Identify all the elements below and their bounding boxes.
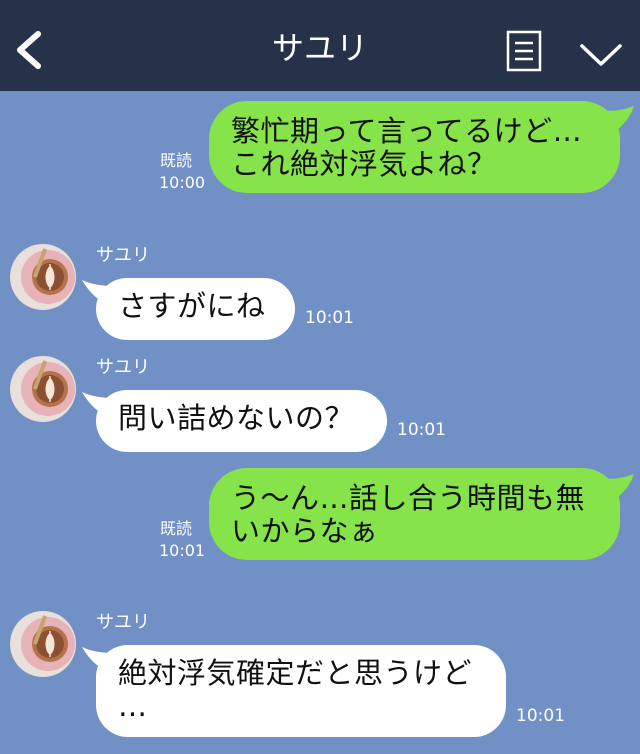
message-time: 10:01 [305, 308, 354, 328]
chat-header: サユリ [0, 0, 640, 91]
chevron-down-icon[interactable] [578, 40, 624, 70]
latte-art-avatar-icon [10, 244, 76, 310]
sender-name: サユリ [96, 357, 150, 378]
message-bubble-incoming[interactable]: 絶対浮気確定だと思うけど … [96, 645, 506, 737]
message-time: 10:01 [397, 420, 446, 440]
chat-title: サユリ [271, 29, 368, 67]
latte-art-avatar-icon [10, 356, 76, 422]
read-receipt: 既読 [160, 151, 193, 170]
menu-list-icon[interactable] [506, 30, 542, 72]
avatar[interactable] [10, 244, 76, 310]
message-bubble-outgoing[interactable]: う〜ん…話し合う時間も無 いからなぁ [209, 468, 620, 560]
message-time: 10:00 [159, 173, 206, 192]
avatar[interactable] [10, 611, 76, 677]
message-time: 10:01 [516, 706, 565, 726]
message-time: 10:01 [159, 541, 206, 560]
message-bubble-incoming[interactable]: 問い詰めないの？ [96, 390, 387, 452]
sender-name: サユリ [96, 612, 150, 633]
message-bubble-incoming[interactable]: さすがにね [96, 278, 295, 340]
latte-art-avatar-icon [10, 611, 76, 677]
sender-name: サユリ [96, 245, 150, 266]
message-bubble-outgoing[interactable]: 繁忙期って言ってるけど… これ絶対浮気よね？ [209, 101, 620, 193]
avatar[interactable] [10, 356, 76, 422]
read-receipt: 既読 [160, 519, 193, 538]
